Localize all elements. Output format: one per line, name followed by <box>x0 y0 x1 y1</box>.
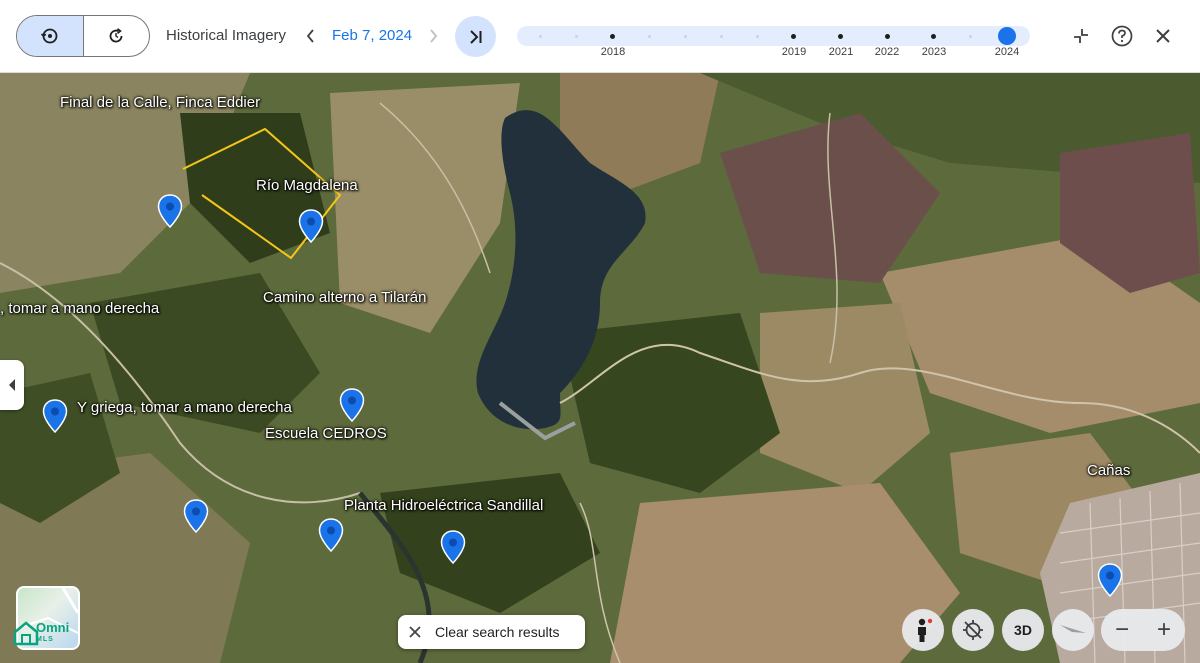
refresh-icon <box>109 28 123 43</box>
map-pin-finca-eddier[interactable] <box>157 194 183 229</box>
chevron-right-icon <box>430 29 438 43</box>
compass-icon <box>1060 625 1086 633</box>
zoom-out-button[interactable]: − <box>1101 609 1143 651</box>
timeline-tick[interactable] <box>720 35 723 38</box>
timeline-year-label: 2024 <box>994 46 1020 58</box>
omni-mls-logo: Omni MLS <box>36 620 70 646</box>
map-pin-tomar-derecha[interactable] <box>42 399 68 434</box>
place-label-rio-magdalena[interactable]: Río Magdalena <box>256 177 358 194</box>
historical-imagery-toolbar: Historical Imagery Feb 7, 2024 2018 2019… <box>0 0 1200 73</box>
location-pin-icon <box>298 209 324 244</box>
clear-search-results-button[interactable]: Clear search results <box>398 615 585 649</box>
map-pin-canas[interactable] <box>1097 563 1123 598</box>
help-icon <box>1111 25 1133 47</box>
place-label-escuela-cedros[interactable]: Escuela CEDROS <box>265 425 387 442</box>
place-label-planta-sandillal[interactable]: Planta Hidroeléctrica Sandillal <box>344 497 543 514</box>
timeline-tick[interactable] <box>539 35 542 38</box>
pegman-icon <box>918 618 933 642</box>
place-label-finca-eddier[interactable]: Final de la Calle, Finca Eddier <box>60 94 260 111</box>
timeline-tick-2023[interactable] <box>931 34 936 39</box>
collapse-icon <box>1074 29 1088 43</box>
location-pin-icon <box>440 530 466 565</box>
clear-search-results-label: Clear search results <box>435 624 560 640</box>
timeline-tick[interactable] <box>969 35 972 38</box>
history-mode-button[interactable] <box>17 16 84 56</box>
close-icon <box>1156 29 1170 43</box>
location-pin-icon <box>42 399 68 434</box>
timeline-tick[interactable] <box>575 35 578 38</box>
next-date-button[interactable] <box>421 22 445 50</box>
location-pin-icon <box>183 499 209 534</box>
history-icon <box>40 28 58 44</box>
location-disabled-icon <box>963 620 983 640</box>
place-label-camino-tilaran[interactable]: Camino alterno a Tilarán <box>263 289 426 306</box>
location-pin-icon <box>339 388 365 423</box>
street-view-button[interactable] <box>902 609 944 651</box>
location-pin-icon <box>318 518 344 553</box>
timeline-tick[interactable] <box>684 35 687 38</box>
place-label-y-griega[interactable]: Y griega, tomar a mano derecha <box>77 399 292 416</box>
timeline-tick[interactable] <box>648 35 651 38</box>
timeline-year-label: 2019 <box>781 46 807 58</box>
timeline-year-label: 2021 <box>828 46 854 58</box>
toolbar-title: Historical Imagery <box>166 27 287 44</box>
close-button[interactable] <box>1149 22 1177 50</box>
map-pin-rio-magdalena[interactable] <box>298 209 324 244</box>
my-location-button[interactable] <box>952 609 994 651</box>
map-pin-y-griega[interactable] <box>183 499 209 534</box>
3d-label: 3D <box>1014 622 1032 638</box>
close-icon <box>409 626 421 638</box>
property-boundary <box>182 127 342 260</box>
chevron-left-icon <box>306 29 314 43</box>
collapse-button[interactable] <box>1067 22 1095 50</box>
location-pin-icon <box>1097 563 1123 598</box>
caret-left-icon <box>9 379 15 391</box>
compass-button[interactable] <box>1052 609 1094 651</box>
timeline-year-label: 2023 <box>921 46 947 58</box>
zoom-in-button[interactable]: + <box>1143 609 1185 651</box>
timeline-tick-2019[interactable] <box>791 34 796 39</box>
logo-text: Omni <box>36 620 70 635</box>
timeline-tick-2018[interactable] <box>610 34 615 39</box>
selected-date[interactable]: Feb 7, 2024 <box>332 27 412 44</box>
satellite-map[interactable]: Final de la Calle, Finca Eddier Río Magd… <box>0 73 1200 663</box>
logo-subtext: MLS <box>36 636 54 643</box>
previous-date-button[interactable] <box>299 22 323 50</box>
timeline-year-label: 2022 <box>874 46 900 58</box>
location-pin-icon <box>157 194 183 229</box>
map-pin-planta-sandillal[interactable] <box>440 530 466 565</box>
map-pin-camino-tilaran[interactable] <box>339 388 365 423</box>
zoom-controls: − + <box>1101 609 1185 651</box>
help-button[interactable] <box>1108 22 1136 50</box>
place-label-canas[interactable]: Cañas <box>1087 462 1130 479</box>
map-pin-escuela-cedros[interactable] <box>318 518 344 553</box>
timeline-tick[interactable] <box>756 35 759 38</box>
toggle-3d-button[interactable]: 3D <box>1002 609 1044 651</box>
view-mode-toggle <box>16 15 150 57</box>
refresh-mode-button[interactable] <box>84 16 150 56</box>
timeline-year-label: 2018 <box>600 46 626 58</box>
skip-to-latest-button[interactable] <box>455 16 496 57</box>
skip-to-latest-icon <box>469 29 481 44</box>
timeline-current-marker[interactable] <box>998 27 1016 45</box>
timeline-tick-2021[interactable] <box>838 34 843 39</box>
expand-side-panel-button[interactable] <box>0 360 24 410</box>
timeline-tick-2022[interactable] <box>885 34 890 39</box>
timeline-slider[interactable] <box>517 26 1030 46</box>
place-label-tomar-derecha[interactable]: , tomar a mano derecha <box>0 300 159 317</box>
